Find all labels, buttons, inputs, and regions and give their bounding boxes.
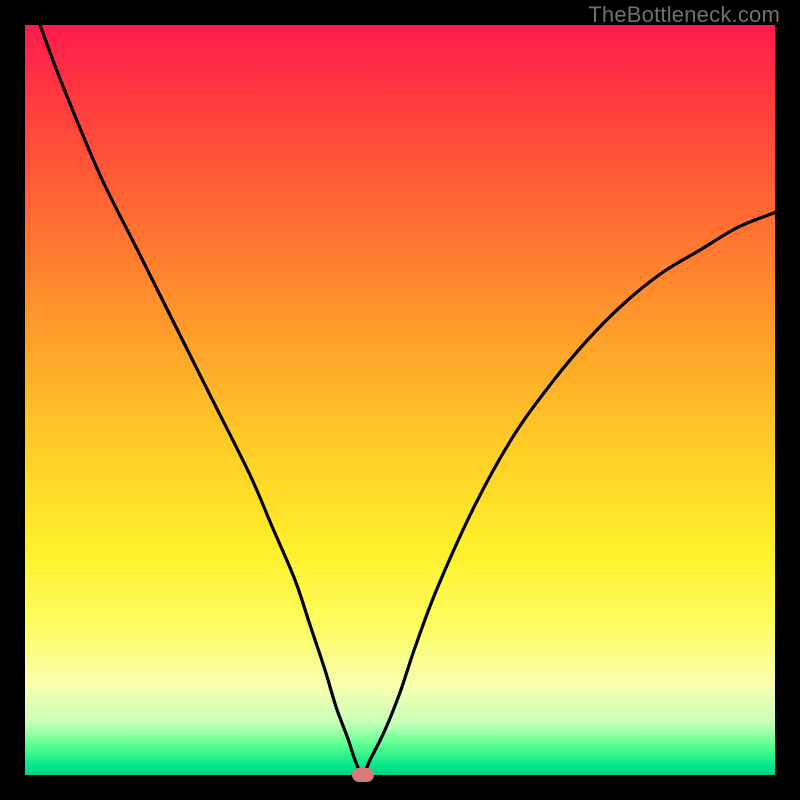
- optimal-point-marker: [352, 768, 374, 782]
- curve-svg: [25, 25, 775, 775]
- bottleneck-curve: [40, 25, 775, 775]
- watermark-text: TheBottleneck.com: [588, 2, 780, 28]
- plot-area: [25, 25, 775, 775]
- chart-frame: TheBottleneck.com: [0, 0, 800, 800]
